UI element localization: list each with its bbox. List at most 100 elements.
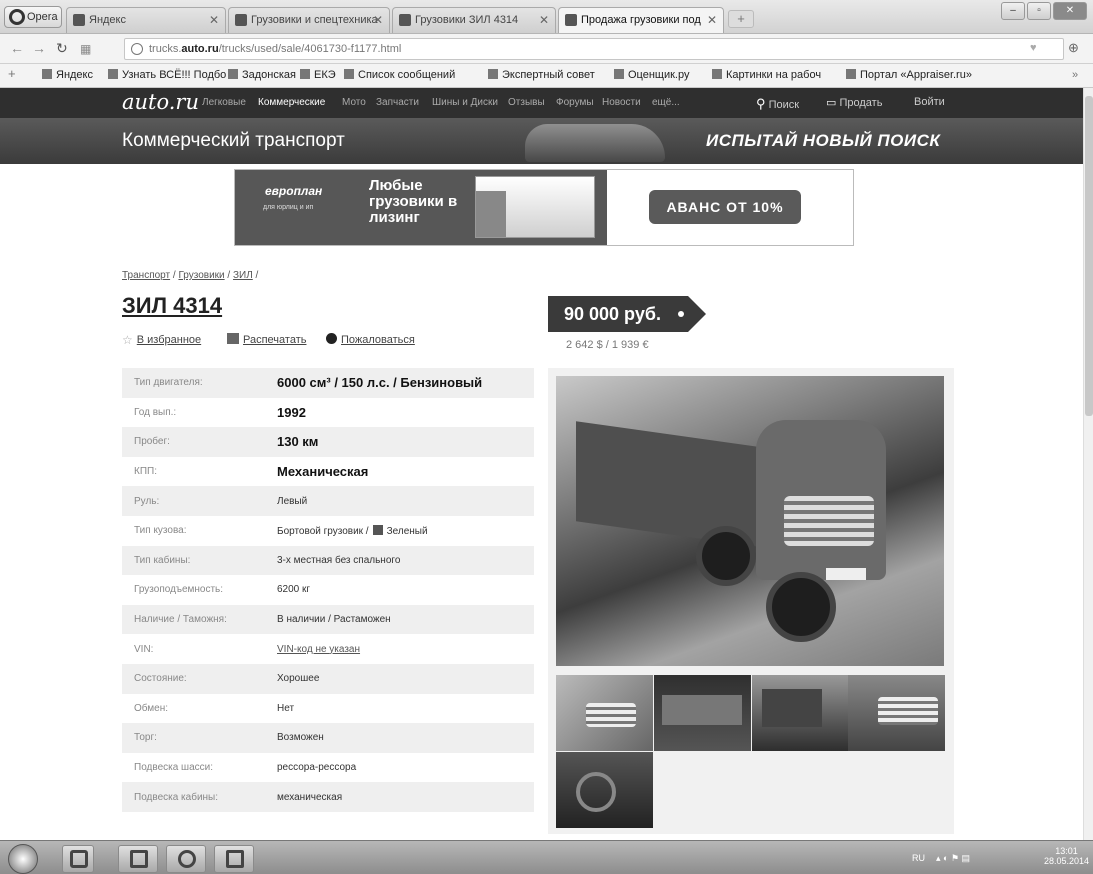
maximize-icon[interactable]: ▫ bbox=[1027, 2, 1051, 20]
spec-row: VIN: VIN-код не указан bbox=[122, 634, 534, 664]
printer-icon bbox=[227, 333, 239, 344]
sell-button[interactable]: ▭ Продать bbox=[826, 96, 882, 109]
reload-icon[interactable]: ↻ bbox=[56, 40, 68, 57]
leasing-ad-banner[interactable]: европлан для юрлиц и ип Любые грузовики … bbox=[234, 169, 854, 246]
windows-taskbar: RU ▴ ◐ ⚑ ▤ 13:01 28.05.2014 bbox=[0, 840, 1093, 874]
spec-row: Подвеска шасси: рессора-рессора bbox=[122, 753, 534, 783]
more-bookmarks-icon[interactable]: » bbox=[1072, 69, 1078, 81]
tab-sale-trucks[interactable]: Продажа грузовики под ✕ bbox=[558, 7, 724, 33]
taskbar-excel[interactable] bbox=[214, 845, 254, 873]
favorite-link[interactable]: ☆ В избранное bbox=[122, 333, 201, 347]
menu-item-commercial[interactable]: Коммерческие bbox=[258, 97, 325, 108]
start-button[interactable] bbox=[8, 844, 38, 874]
opera-menu-button[interactable]: Opera bbox=[4, 6, 62, 28]
page-scrollbar[interactable] bbox=[1083, 88, 1093, 840]
tab-close-icon[interactable]: ✕ bbox=[539, 8, 549, 32]
tab-close-icon[interactable]: ✕ bbox=[209, 8, 219, 32]
spec-key: Пробег: bbox=[134, 436, 170, 448]
taskbar-opera[interactable] bbox=[166, 845, 206, 873]
truck-bed-shape bbox=[576, 421, 786, 551]
print-label: Распечатать bbox=[243, 334, 307, 346]
bookmark-label: Портал «Appraiser.ru» bbox=[860, 69, 972, 81]
menu-item-tires[interactable]: Шины и Диски bbox=[432, 97, 498, 108]
tab-trucks-special[interactable]: Грузовики и спецтехника ✕ bbox=[228, 7, 390, 33]
bookmark-heart-icon[interactable]: ♥ bbox=[1030, 42, 1037, 54]
bookmark-item[interactable]: Задонская bbox=[228, 69, 296, 81]
menu-item-news[interactable]: Новости bbox=[602, 97, 641, 108]
downloads-icon[interactable]: ⊕ bbox=[1068, 40, 1079, 56]
taskbar-explorer[interactable] bbox=[118, 845, 158, 873]
menu-item-more[interactable]: ещё... bbox=[652, 97, 680, 108]
bookmark-label: Экспертный совет bbox=[502, 69, 595, 81]
tab-close-icon[interactable]: ✕ bbox=[373, 8, 383, 32]
sell-label: Продать bbox=[839, 97, 883, 109]
menu-item-cars[interactable]: Легковые bbox=[202, 97, 246, 108]
bookmark-label: ЕКЭ bbox=[314, 69, 336, 81]
menu-item-reviews[interactable]: Отзывы bbox=[508, 97, 545, 108]
new-tab-button[interactable]: + bbox=[728, 10, 754, 28]
spec-key: Подвеска шасси: bbox=[134, 762, 214, 774]
clock[interactable]: 13:01 28.05.2014 bbox=[1044, 846, 1089, 866]
header-car-image bbox=[525, 124, 665, 162]
page-icon bbox=[488, 69, 498, 79]
site-logo[interactable]: auto.ru bbox=[122, 90, 199, 114]
menu-item-parts[interactable]: Запчасти bbox=[376, 97, 419, 108]
photo-thumbnail[interactable] bbox=[752, 675, 849, 751]
bookmark-item[interactable]: Узнать ВСЁ!!! Подбо bbox=[108, 69, 226, 81]
photo-thumbnail[interactable] bbox=[556, 752, 653, 828]
breadcrumb-link[interactable]: Грузовики bbox=[178, 270, 224, 281]
scrollbar-thumb[interactable] bbox=[1085, 96, 1093, 416]
bookmark-item[interactable]: Портал «Appraiser.ru» bbox=[846, 69, 972, 81]
spec-value: Возможен bbox=[277, 732, 324, 744]
breadcrumb-link[interactable]: Транспорт bbox=[122, 270, 170, 281]
bookmark-label: Узнать ВСЁ!!! Подбо bbox=[122, 69, 227, 81]
search-icon: ⚲ bbox=[756, 96, 766, 111]
menu-item-forums[interactable]: Форумы bbox=[556, 97, 594, 108]
menu-item-moto[interactable]: Мото bbox=[342, 97, 366, 108]
spec-value: 6200 кг bbox=[277, 584, 311, 596]
bookmark-item[interactable]: ЕКЭ bbox=[300, 69, 336, 81]
main-photo[interactable] bbox=[556, 376, 944, 666]
speed-dial-icon[interactable]: ▦ bbox=[80, 42, 91, 56]
tab-zil-4314[interactable]: Грузовики ЗИЛ 4314 ✕ bbox=[392, 7, 556, 33]
login-link[interactable]: Войти bbox=[914, 96, 945, 108]
spec-value[interactable]: VIN-код не указан bbox=[277, 644, 360, 655]
bookmark-item[interactable]: Картинки на рабоч bbox=[712, 69, 821, 81]
report-link[interactable]: Пожаловаться bbox=[326, 333, 415, 346]
url-field[interactable]: trucks.auto.ru/trucks/used/sale/4061730-… bbox=[124, 38, 1064, 60]
thumb-truck-shape bbox=[762, 689, 822, 727]
page-icon bbox=[846, 69, 856, 79]
truck-image bbox=[475, 176, 595, 238]
back-icon[interactable]: ← bbox=[10, 40, 24, 56]
add-bookmark-icon[interactable]: + bbox=[8, 66, 16, 81]
bookmark-item[interactable]: Оценщик.ру bbox=[614, 69, 689, 81]
forward-icon[interactable]: → bbox=[32, 40, 46, 56]
yandex-favicon-icon bbox=[73, 14, 85, 26]
search-button[interactable]: ⚲ Поиск bbox=[756, 96, 799, 112]
license-plate-shape bbox=[826, 568, 866, 580]
photo-thumbnail[interactable] bbox=[654, 675, 751, 751]
page-icon bbox=[228, 69, 238, 79]
new-search-link[interactable]: ИСПЫТАЙ НОВЫЙ ПОИСК bbox=[706, 131, 940, 151]
banner-cta-button[interactable]: АВАНС ОТ 10% bbox=[649, 190, 801, 224]
bookmark-item[interactable]: Яндекс bbox=[42, 69, 93, 81]
bookmark-item[interactable]: Экспертный совет bbox=[488, 69, 595, 81]
photo-thumbnail[interactable] bbox=[556, 675, 653, 751]
breadcrumb-link[interactable]: ЗИЛ bbox=[233, 270, 253, 281]
site-header: auto.ru Легковые Коммерческие Мото Запча… bbox=[0, 88, 1083, 118]
tab-yandex[interactable]: Яндекс ✕ bbox=[66, 7, 226, 33]
tray-icons[interactable]: ▴ ◐ ⚑ ▤ bbox=[936, 853, 970, 864]
spec-key: Тип кабины: bbox=[134, 554, 191, 566]
taskbar-media-player[interactable] bbox=[62, 845, 94, 873]
spec-row: Торг: Возможен bbox=[122, 723, 534, 753]
minimize-icon[interactable]: – bbox=[1001, 2, 1025, 20]
site-info-icon[interactable] bbox=[131, 43, 143, 55]
spec-row: Грузоподъемность: 6200 кг bbox=[122, 575, 534, 605]
print-link[interactable]: Распечатать bbox=[227, 333, 306, 346]
language-indicator[interactable]: RU bbox=[912, 853, 925, 863]
bookmark-item[interactable]: Список сообщений bbox=[344, 69, 455, 81]
photo-thumbnail[interactable] bbox=[848, 675, 945, 751]
spec-row: Тип двигателя: 6000 см³ / 150 л.с. / Бенз… bbox=[122, 368, 534, 398]
close-window-icon[interactable]: ✕ bbox=[1053, 2, 1087, 20]
tab-close-icon[interactable]: ✕ bbox=[707, 8, 717, 32]
